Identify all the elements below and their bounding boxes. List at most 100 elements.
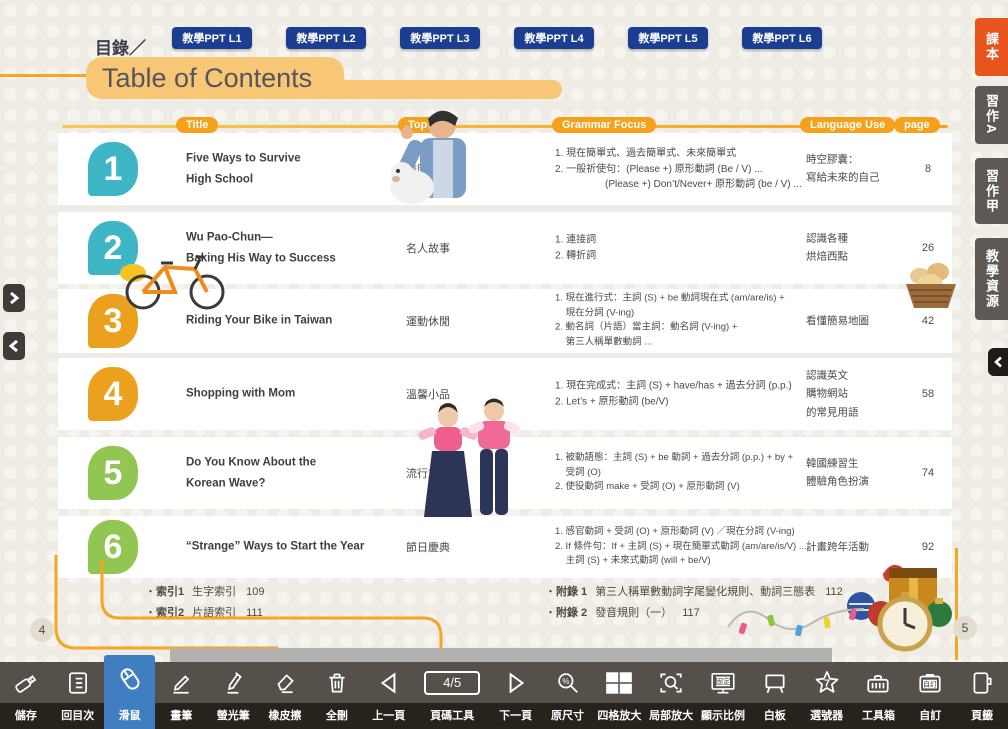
toolbar-next-page[interactable]: 下一頁 <box>490 662 542 729</box>
unit-title: Riding Your Bike in Taiwan <box>186 311 401 332</box>
unit-language-use: 認識各種 烘焙西點 <box>806 230 906 267</box>
highlighter-icon <box>220 670 246 696</box>
ppt-button-l6[interactable]: 教學PPT L6 <box>742 27 822 49</box>
chevron-left-icon <box>993 356 1003 368</box>
toolbar-number-picker[interactable]: 7 選號器 <box>801 662 853 729</box>
side-panel-collapse-button[interactable] <box>988 348 1008 376</box>
unit-title: Shopping with Mom <box>186 384 401 405</box>
unit-grammar: 1. 現在完成式：主詞 (S) + have/has + 過去分詞 (p.p.)… <box>555 379 810 410</box>
eraser-icon <box>272 670 298 696</box>
contents-list-icon <box>65 670 91 696</box>
bread-basket <box>900 250 960 312</box>
unit-page: 58 <box>908 388 948 400</box>
toolbar-prev-page[interactable]: 上一頁 <box>363 662 415 729</box>
toolbar-page-number-tool[interactable]: 4/5 頁碼工具 <box>415 662 490 729</box>
page-tab-icon <box>969 670 995 696</box>
side-tab-teaching-resources[interactable]: 教學資源 <box>975 238 1008 320</box>
appendix-label: 附錄 2 <box>556 607 587 619</box>
svg-text:固定: 固定 <box>715 676 731 686</box>
unit-topic: 運動休閒 <box>406 313 516 329</box>
toolbar-page-tabs[interactable]: 頁籤 <box>956 662 1008 729</box>
toolbar-partial-zoom[interactable]: 局部放大 <box>645 662 697 729</box>
unit-page: 42 <box>908 315 948 327</box>
unit-number-badge: 1 <box>88 142 138 196</box>
monitor-fixed-icon: 固定 <box>709 670 737 696</box>
page-title: Table of Contents <box>86 57 344 99</box>
unit-language-use: 時空膠囊： 寫給未來的自己 <box>806 151 906 188</box>
pencil-icon <box>168 670 194 696</box>
side-tab-workbook-jia[interactable]: 習作甲 <box>975 158 1008 224</box>
unit-language-use: 看懂簡易地圖 <box>806 312 906 330</box>
star-number-icon: 7 <box>813 669 841 697</box>
column-header-grammar: Grammar Focus <box>552 117 656 133</box>
custom-box-icon: 自訂 <box>917 670 943 696</box>
toolbar-eraser[interactable]: 橡皮擦 <box>259 662 311 729</box>
toolbar-toolbox[interactable]: 工具箱 <box>853 662 905 729</box>
toc-row-1: 1 Five Ways to Survive High School 校園生活 … <box>58 133 952 205</box>
unit-grammar: 1. 連接詞 2. 轉折詞 <box>555 233 810 264</box>
edge-prev-button[interactable] <box>3 332 25 360</box>
man-with-dog-photo <box>378 103 493 205</box>
toolbar-four-grid-zoom[interactable]: 四格放大 <box>593 662 645 729</box>
appendix-text: 發音規則（一） <box>595 607 672 619</box>
unit-number-badge: 4 <box>88 367 138 421</box>
mouse-icon <box>116 665 144 693</box>
ppt-button-l3[interactable]: 教學PPT L3 <box>400 27 480 49</box>
svg-text:7: 7 <box>824 677 830 689</box>
appendix-label: 附錄 1 <box>556 586 587 598</box>
column-header-language-use: Language Use <box>800 117 895 133</box>
toolbar-custom[interactable]: 自訂 自訂 <box>904 662 956 729</box>
ppt-button-l1[interactable]: 教學PPT L1 <box>172 27 252 49</box>
four-grid-icon <box>604 670 634 696</box>
toolbar-whiteboard[interactable]: 白板 <box>749 662 801 729</box>
toolbar-save[interactable]: 儲存 <box>0 662 52 729</box>
party-lights <box>726 585 868 650</box>
svg-text:%: % <box>562 676 569 685</box>
unit-grammar: 1. 現在簡單式、過去簡單式、未來簡單式 2. 一般祈使句：(Please +)… <box>555 146 810 193</box>
toolbar-original-size[interactable]: % 原尺寸 <box>542 662 594 729</box>
unit-language-use: 韓國練習生 體驗角色扮演 <box>806 455 906 492</box>
unit-number-badge: 5 <box>88 446 138 500</box>
side-tab-textbook[interactable]: 課本 <box>975 18 1008 76</box>
unit-language-use: 計畫跨年活動 <box>806 538 906 556</box>
toolbar-mouse[interactable]: 滑鼠 <box>104 655 156 729</box>
youbike-bicycle <box>113 235 235 313</box>
unit-page: 92 <box>908 541 948 553</box>
title-decor-line <box>0 74 92 77</box>
bullet: ・ <box>545 586 556 598</box>
appendix-page: 117 <box>682 607 700 619</box>
toolbar-back-to-contents[interactable]: 回目次 <box>52 662 104 729</box>
ppt-button-l2[interactable]: 教學PPT L2 <box>286 27 366 49</box>
unit-title: Five Ways to Survive High School <box>186 148 401 189</box>
toolbar-delete-all[interactable]: 全刪 <box>311 662 363 729</box>
toolbar-pen[interactable]: 畫筆 <box>155 662 207 729</box>
unit-topic: 名人故事 <box>406 240 516 256</box>
unit-page: 8 <box>908 163 948 175</box>
print-page-number-left: 4 <box>30 618 54 642</box>
page-indicator[interactable]: 4/5 <box>424 671 480 695</box>
unit-language-use: 認識英文 購物網站 的常見用語 <box>806 366 906 421</box>
magnifier-percent-icon: % <box>555 670 581 696</box>
print-page-number-right: 5 <box>953 616 977 640</box>
toolbox-icon <box>865 670 891 696</box>
edge-next-button[interactable] <box>3 284 25 312</box>
next-triangle-icon <box>503 670 529 696</box>
toolbar-highlighter[interactable]: 螢光筆 <box>207 662 259 729</box>
chevron-left-icon <box>8 339 20 353</box>
ppt-button-l4[interactable]: 教學PPT L4 <box>514 27 594 49</box>
toolbar-display-ratio[interactable]: 固定 顯示比例 <box>697 662 749 729</box>
appendix-entry-2: ・附錄 2 發音規則（一） 117 <box>545 604 700 620</box>
prev-triangle-icon <box>376 670 402 696</box>
side-tab-workbook-a[interactable]: 習作A <box>975 86 1008 144</box>
column-header-page: page <box>894 117 940 133</box>
bullet: ・ <box>545 607 556 619</box>
ppt-button-l5[interactable]: 教學PPT L5 <box>628 27 708 49</box>
ebook-viewer: 目錄／ Table of Contents 教學PPT L1 教學PPT L2 … <box>0 0 1008 729</box>
unit-grammar: 1. 被動語態：主詞 (S) + be 動詞 + 過去分詞 (p.p.) + b… <box>555 451 810 495</box>
catalog-label: 目錄／ <box>95 34 146 59</box>
unit-title: Do You Know About the Korean Wave? <box>186 452 401 493</box>
unit-page: 74 <box>908 467 948 479</box>
hanbok-couple <box>410 393 530 521</box>
svg-text:自訂: 自訂 <box>923 679 937 688</box>
usb-drive-icon <box>13 670 39 696</box>
